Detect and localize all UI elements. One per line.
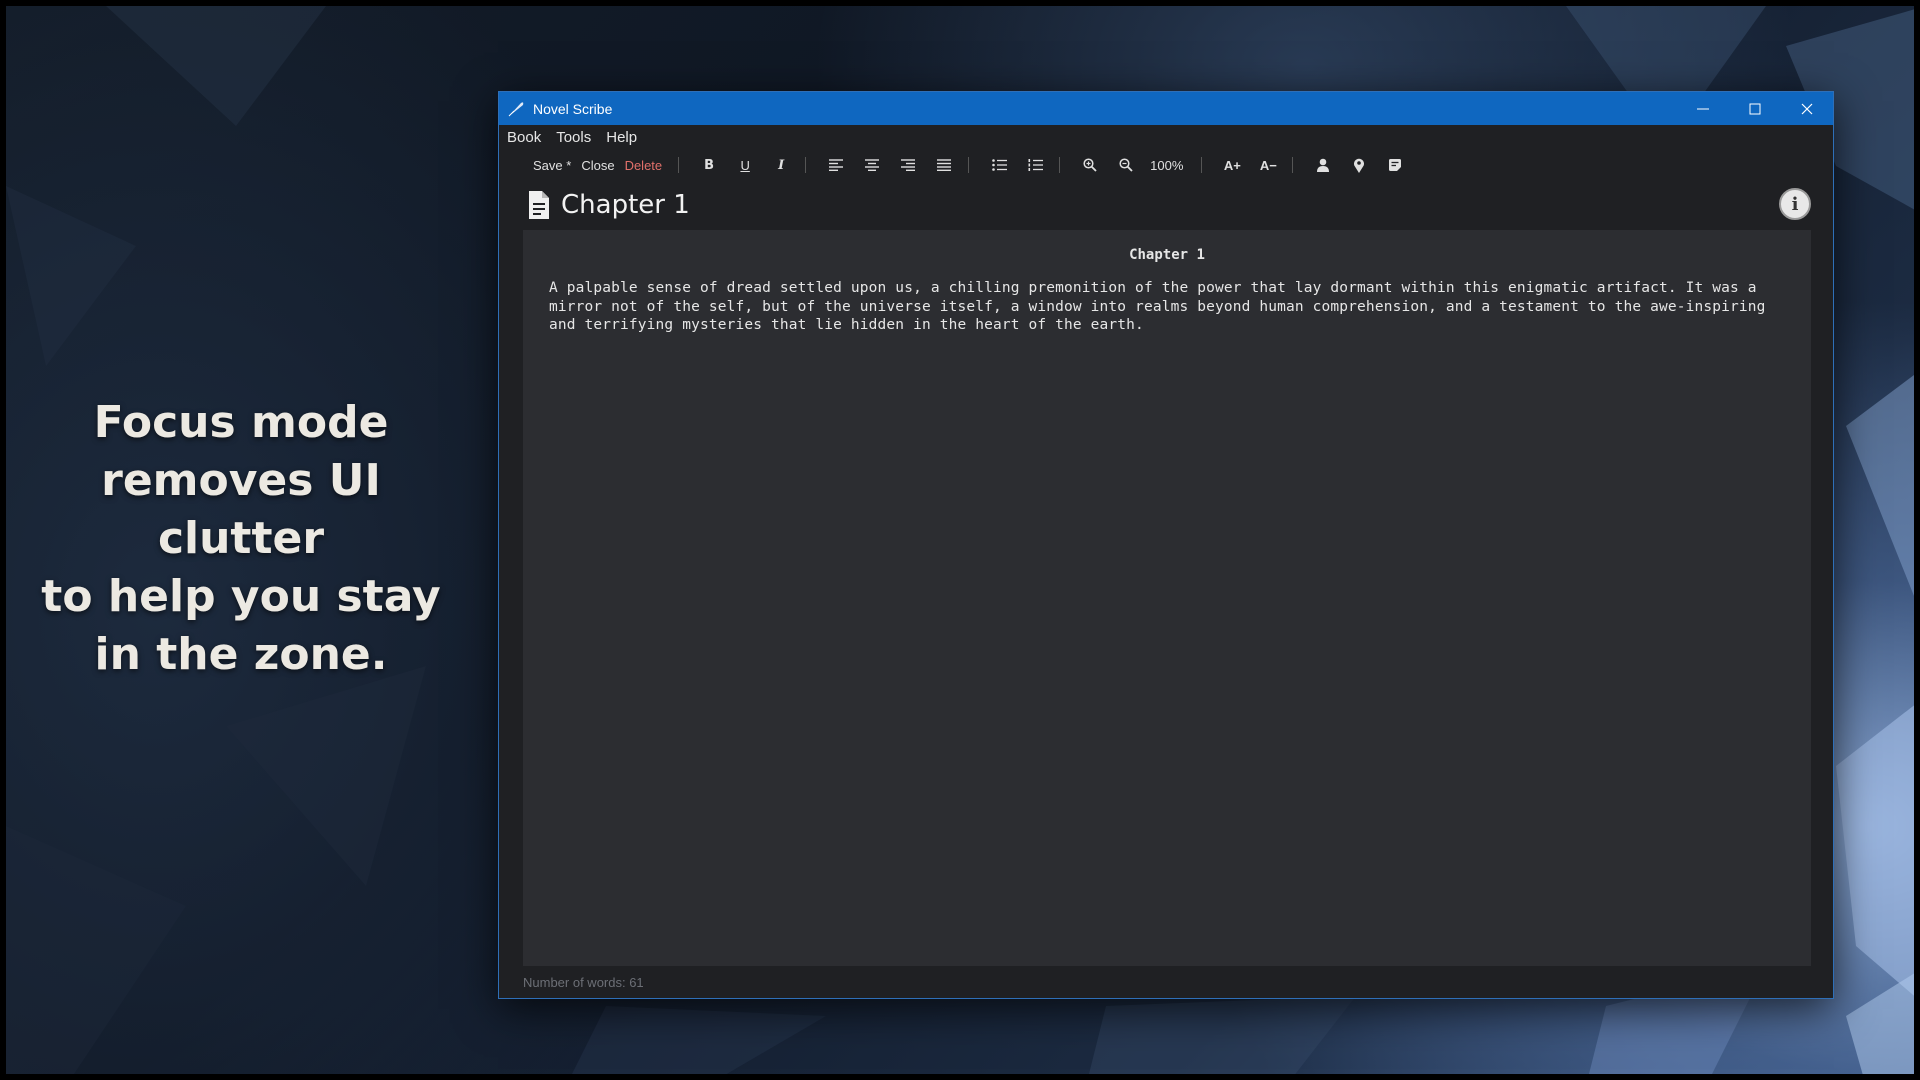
zoom-level: 100% [1150, 157, 1184, 173]
save-button[interactable]: Save * [533, 158, 571, 173]
quill-icon [507, 100, 525, 118]
character-icon [1317, 158, 1330, 172]
promo-line: in the zone. [94, 629, 388, 680]
promo-caption: Focus mode removes UI clutter to help yo… [26, 394, 456, 684]
window-title: Novel Scribe [533, 100, 613, 117]
zoom-in-button[interactable] [1072, 153, 1108, 177]
delete-button[interactable]: Delete [625, 158, 663, 173]
app-window: Novel Scribe Book Tools Help Save * Clos… [498, 91, 1834, 999]
editor-toolbar: Save * Close Delete B U I 100% A+ A− [499, 149, 1833, 181]
numbered-list-button[interactable] [1017, 153, 1053, 177]
desktop-background: Focus mode removes UI clutter to help yo… [0, 0, 1920, 1080]
align-center-button[interactable] [854, 153, 890, 177]
align-justify-button[interactable] [926, 153, 962, 177]
document-header: Chapter 1 i [499, 181, 1833, 228]
info-icon: i [1791, 193, 1799, 215]
menu-bar: Book Tools Help [499, 125, 1833, 149]
underline-button[interactable]: U [727, 153, 763, 177]
minimize-button[interactable] [1677, 92, 1729, 125]
close-button[interactable]: Close [581, 158, 614, 173]
promo-line: to help you stay [41, 571, 441, 622]
toolbar-divider [1292, 157, 1294, 173]
maximize-icon [1749, 103, 1761, 114]
bullet-list-button[interactable] [981, 153, 1017, 177]
zoom-in-icon [1083, 158, 1097, 172]
font-size-decrease-button[interactable]: A− [1250, 153, 1286, 177]
toolbar-divider [1059, 157, 1061, 173]
align-right-button[interactable] [890, 153, 926, 177]
toolbar-divider [678, 157, 680, 173]
font-size-increase-button[interactable]: A+ [1214, 153, 1250, 177]
zoom-out-icon [1119, 158, 1133, 172]
align-left-icon [829, 159, 844, 171]
notes-button[interactable] [1377, 153, 1413, 177]
editor-chapter-heading: Chapter 1 [1129, 247, 1205, 263]
location-button[interactable] [1341, 153, 1377, 177]
align-justify-icon [937, 159, 952, 171]
title-bar[interactable]: Novel Scribe [499, 92, 1833, 125]
text-editor[interactable]: Chapter 1 A palpable sense of dread sett… [523, 230, 1811, 966]
toolbar-divider [968, 157, 970, 173]
info-button[interactable]: i [1779, 188, 1811, 220]
bullet-list-icon [991, 159, 1007, 171]
word-count-status: Number of words: 61 [523, 975, 644, 990]
notes-icon [1389, 159, 1402, 171]
toolbar-divider [1201, 157, 1203, 173]
character-button[interactable] [1305, 153, 1341, 177]
close-icon [1801, 103, 1813, 114]
align-right-icon [901, 159, 916, 171]
menu-help[interactable]: Help [606, 129, 637, 146]
editor-body-text: A palpable sense of dread settled upon u… [549, 280, 1766, 333]
menu-tools[interactable]: Tools [556, 129, 591, 146]
maximize-button[interactable] [1729, 92, 1781, 125]
promo-line: removes UI clutter [101, 455, 381, 564]
toolbar-divider [805, 157, 807, 173]
italic-button[interactable]: I [763, 153, 799, 177]
close-window-button[interactable] [1781, 92, 1833, 125]
numbered-list-icon [1028, 159, 1043, 171]
minimize-icon [1697, 108, 1709, 109]
menu-book[interactable]: Book [507, 129, 541, 146]
location-icon [1354, 158, 1365, 173]
document-icon [529, 190, 549, 219]
align-center-icon [865, 159, 880, 171]
document-title: Chapter 1 [561, 189, 690, 220]
align-left-button[interactable] [818, 153, 854, 177]
zoom-out-button[interactable] [1108, 153, 1144, 177]
promo-line: Focus mode [93, 397, 389, 448]
bold-button[interactable]: B [691, 153, 727, 177]
